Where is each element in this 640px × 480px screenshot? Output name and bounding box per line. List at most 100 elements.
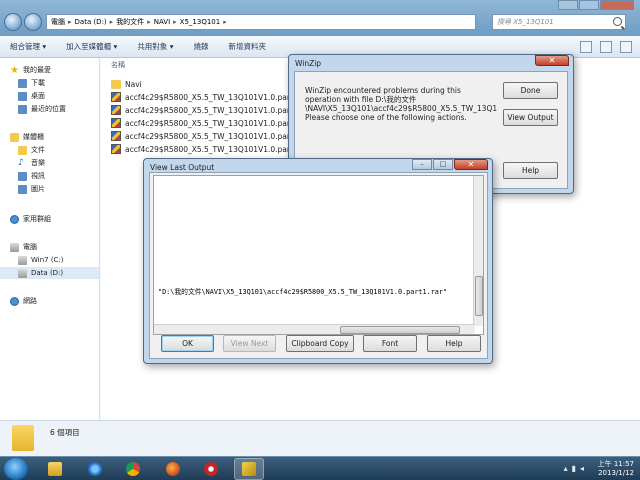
view-output-dialog: View Last Output – □ ✕ "D:\我的文件\NAVI\X5_…: [143, 158, 493, 364]
burn-button[interactable]: 燒錄: [183, 41, 218, 52]
maximize-button[interactable]: □: [433, 159, 453, 170]
scrollbar-thumb[interactable]: [340, 326, 460, 334]
vertical-scrollbar[interactable]: [473, 176, 483, 326]
winzip-task[interactable]: [234, 458, 264, 480]
address-drive[interactable]: Data (D:): [75, 18, 107, 26]
clock-time: 上午 11:57: [597, 460, 634, 468]
search-placeholder: 搜尋 X5_13Q101: [497, 18, 554, 26]
explorer-titlebar: 電腦 ▸ Data (D:) ▸ 我的文件 ▸ NAVI ▸ X5_13Q101 ▸ 搜尋…: [0, 0, 640, 36]
forward-button[interactable]: [24, 13, 42, 31]
share-with-button[interactable]: 共用對象 ▾: [127, 41, 183, 52]
archive-icon: [111, 92, 121, 102]
network-icon[interactable]: ▮: [572, 464, 576, 473]
nav-documents[interactable]: 文件: [18, 144, 45, 156]
output-line: "D:\我的文件\NAVI\X5_13Q101\accf4c29$R5800_X…: [158, 288, 448, 296]
horizontal-scrollbar[interactable]: [154, 324, 475, 334]
star-icon: ★: [10, 64, 19, 76]
output-text-area[interactable]: "D:\我的文件\NAVI\X5_13Q101\accf4c29$R5800_X…: [153, 175, 484, 335]
done-button[interactable]: Done: [503, 82, 558, 99]
address-current[interactable]: X5_13Q101: [180, 18, 221, 26]
column-header-name[interactable]: 名稱: [111, 60, 125, 70]
navigation-pane: ★ 我的最愛 下載 桌面 最近的位置 媒體櫃 文件 ♪ 音樂 視訊 圖片 家用群組 …: [0, 58, 100, 420]
view-output-body: "D:\我的文件\NAVI\X5_13Q101\accf4c29$R5800_X…: [149, 172, 488, 359]
internet-explorer-icon: [88, 462, 102, 476]
nav-homegroup[interactable]: 家用群組: [10, 213, 51, 225]
recent-places-icon: [18, 104, 27, 114]
clipboard-copy-button[interactable]: Clipboard Copy: [286, 335, 354, 352]
maximize-button[interactable]: [579, 0, 599, 10]
clock-date: 2013/1/12: [598, 469, 634, 477]
winzip-dialog-title: WinZip: [295, 59, 322, 68]
downloads-icon: [18, 78, 27, 88]
minimize-button[interactable]: –: [412, 159, 432, 170]
view-output-close-button[interactable]: ✕: [454, 159, 488, 170]
list-item[interactable]: accf4c29$R5800_X5.5_TW_13Q101V1.0.part1: [111, 91, 298, 103]
minimize-button[interactable]: [558, 0, 578, 10]
nav-drive-d[interactable]: Data (D:): [0, 267, 99, 279]
view-options-icon[interactable]: [580, 41, 592, 53]
folder-icon: [111, 79, 121, 89]
chevron-up-icon[interactable]: ▴: [564, 464, 568, 473]
scrollbar-thumb[interactable]: [475, 276, 483, 316]
list-item[interactable]: accf4c29$R5800_X5.5_TW_13Q101V1.0.part3: [111, 117, 298, 129]
winzip-icon: [242, 462, 256, 476]
pictures-icon: [18, 184, 27, 194]
winzip-close-button[interactable]: ✕: [535, 55, 569, 66]
list-item[interactable]: accf4c29$R5800_X5.5_TW_13Q101V1.0.part2: [111, 104, 298, 116]
explorer-task[interactable]: [40, 458, 70, 480]
firefox-task[interactable]: [158, 458, 188, 480]
clock[interactable]: 上午 11:57 2013/1/12: [598, 460, 634, 478]
search-input[interactable]: 搜尋 X5_13Q101: [492, 14, 626, 30]
nav-recent[interactable]: 最近的位置: [18, 103, 66, 115]
close-button[interactable]: [600, 0, 634, 10]
folder-icon: [48, 462, 62, 476]
nav-drive-c[interactable]: Win7 (C:): [18, 254, 64, 266]
address-computer[interactable]: 電腦: [51, 17, 65, 27]
address-documents[interactable]: 我的文件: [116, 17, 144, 27]
ok-button[interactable]: OK: [161, 335, 214, 352]
list-item[interactable]: accf4c29$R5800_X5.5_TW_13Q101V1.0.part4: [111, 130, 298, 142]
chrome-task[interactable]: [118, 458, 148, 480]
nav-desktop[interactable]: 桌面: [18, 90, 45, 102]
drive-icon: [18, 268, 27, 278]
nav-downloads[interactable]: 下載: [18, 77, 45, 89]
nav-pictures[interactable]: 圖片: [18, 183, 45, 195]
list-item[interactable]: accf4c29$R5800_X5.5_TW_13Q101V1.0.part5: [111, 143, 298, 155]
item-count: 6 個項目: [50, 428, 80, 437]
nav-libraries[interactable]: 媒體櫃: [10, 131, 44, 143]
library-icon: [10, 132, 19, 142]
start-button[interactable]: [4, 458, 28, 480]
include-in-library-button[interactable]: 加入至媒體櫃 ▾: [56, 41, 127, 52]
network-icon: [10, 296, 19, 306]
view-next-button[interactable]: View Next: [223, 335, 276, 352]
nav-computer[interactable]: 電腦: [10, 241, 37, 253]
app-task[interactable]: [196, 458, 226, 480]
address-navi[interactable]: NAVI: [154, 18, 170, 26]
new-folder-button[interactable]: 新增資料夾: [218, 41, 276, 52]
archive-icon: [111, 105, 121, 115]
view-output-button[interactable]: View Output: [503, 109, 558, 126]
help-icon[interactable]: [620, 41, 632, 53]
music-icon: ♪: [18, 157, 24, 168]
output-help-button[interactable]: Help: [427, 335, 481, 352]
winzip-help-button[interactable]: Help: [503, 162, 558, 179]
back-button[interactable]: [4, 13, 22, 31]
nav-videos[interactable]: 視訊: [18, 170, 45, 182]
chrome-icon: [126, 462, 140, 476]
ie-task[interactable]: [80, 458, 110, 480]
volume-icon[interactable]: ◂: [580, 464, 584, 473]
nav-music[interactable]: ♪ 音樂: [18, 157, 45, 169]
organize-button[interactable]: 組合管理 ▾: [0, 41, 56, 52]
font-button[interactable]: Font: [363, 335, 417, 352]
computer-icon: [10, 242, 19, 252]
preview-pane-icon[interactable]: [600, 41, 612, 53]
taskbar: ▴ ▮ ◂ 上午 11:57 2013/1/12: [0, 456, 640, 480]
window-controls: [558, 0, 634, 10]
app-icon: [204, 462, 218, 476]
search-icon: [613, 17, 622, 26]
video-icon: [18, 171, 27, 181]
nav-network[interactable]: 網路: [10, 295, 37, 307]
list-item[interactable]: Navi: [111, 78, 142, 90]
nav-favorites[interactable]: ★ 我的最愛: [10, 64, 51, 76]
address-bar[interactable]: 電腦 ▸ Data (D:) ▸ 我的文件 ▸ NAVI ▸ X5_13Q101 ▸: [46, 14, 476, 30]
